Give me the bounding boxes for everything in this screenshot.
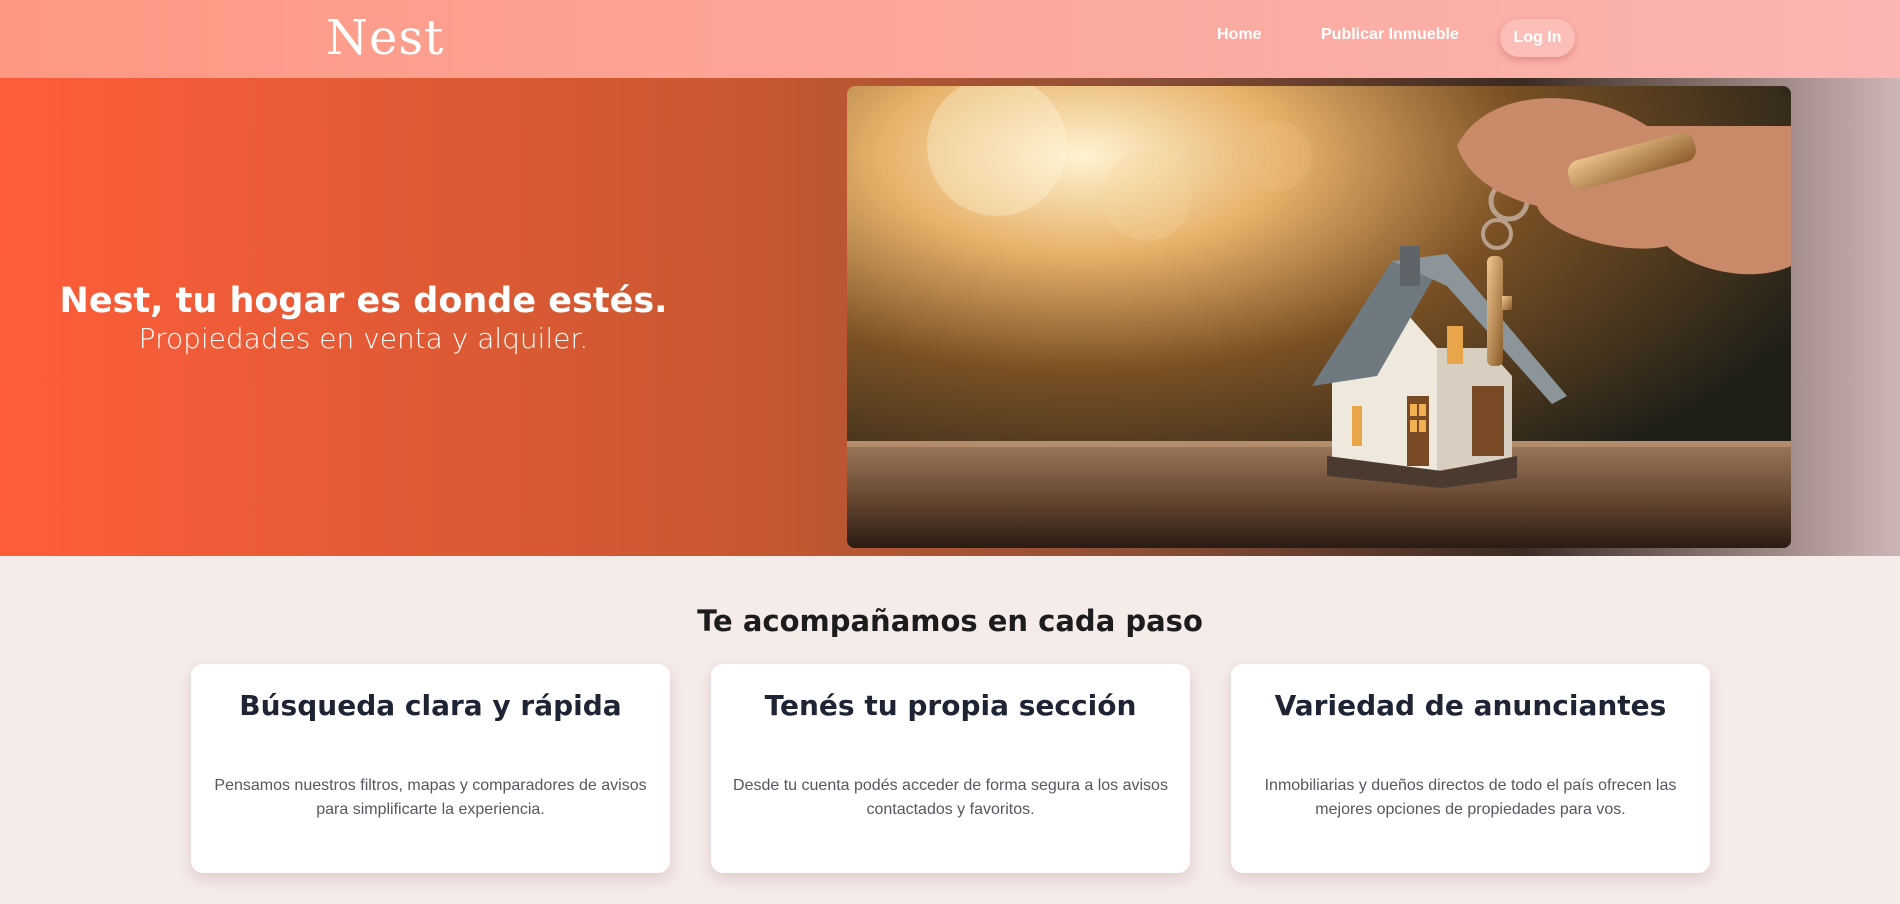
feature-card-title: Variedad de anunciantes <box>1274 689 1667 722</box>
hero-title: Nest, tu hogar es donde estés. <box>59 281 668 321</box>
feature-card-text: Pensamos nuestros filtros, mapas y compa… <box>214 777 647 818</box>
logo[interactable]: Nest <box>326 8 444 68</box>
feature-card: Variedad de anunciantes Inmobiliarias y … <box>1231 664 1710 873</box>
feature-card-title: Búsqueda clara y rápida <box>239 689 622 722</box>
feature-card-text: Inmobiliarias y dueños directos de todo … <box>1264 777 1677 818</box>
nav-link-publicar-inmueble[interactable]: Publicar Inmueble <box>1321 26 1459 44</box>
hero-subtitle: Propiedades en venta y alquiler. <box>138 322 589 355</box>
login-button[interactable]: Log In <box>1500 19 1575 57</box>
hero-image <box>847 86 1791 548</box>
feature-card: Búsqueda clara y rápida Pensamos nuestro… <box>191 664 670 873</box>
feature-card-title: Tenés tu propia sección <box>764 689 1137 722</box>
hero-text: Nest, tu hogar es donde estés. Propiedad… <box>0 280 727 356</box>
feature-card: Tenés tu propia sección Desde tu cuenta … <box>711 664 1190 873</box>
features-title: Te acompañamos en cada paso <box>697 604 1203 638</box>
nav-link-home[interactable]: Home <box>1217 26 1261 44</box>
house-with-keys-illustration <box>847 86 1791 548</box>
navbar: Nest Home Publicar Inmueble Log In <box>0 0 1900 78</box>
feature-card-text: Desde tu cuenta podés acceder de forma s… <box>733 777 1168 818</box>
